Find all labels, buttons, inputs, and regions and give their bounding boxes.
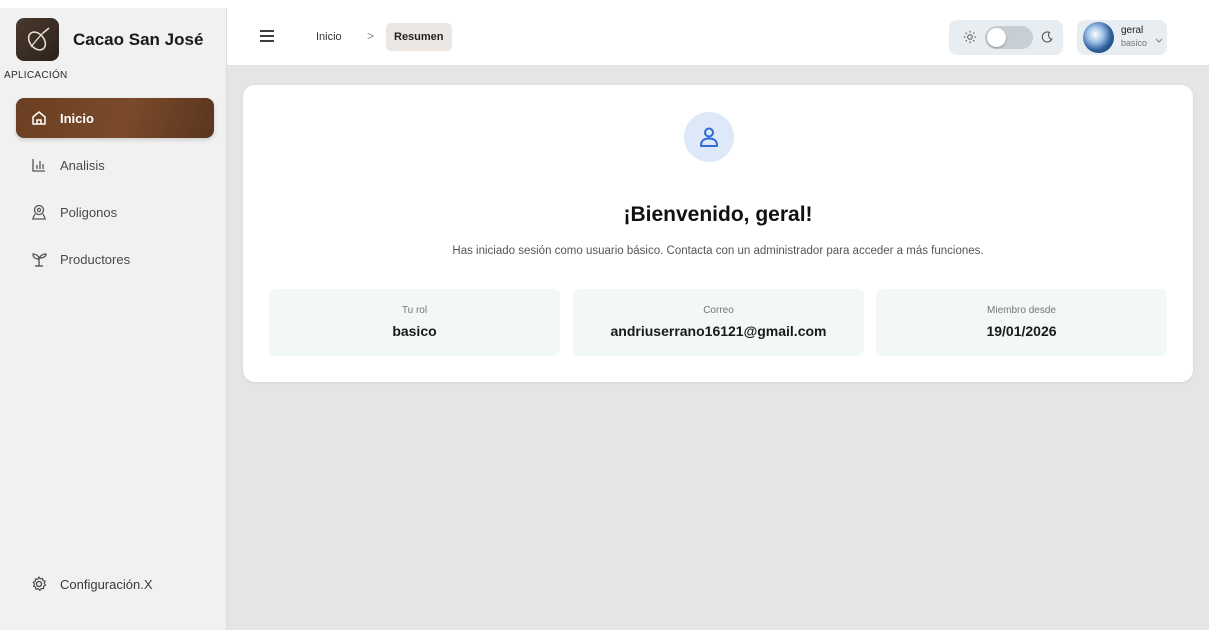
sidebar-item-poligonos[interactable]: Poligonos <box>16 192 214 232</box>
welcome-card: ¡Bienvenido, geral! Has iniciado sesión … <box>243 85 1193 382</box>
settings-item[interactable]: Configuración.X <box>16 564 214 604</box>
sun-icon <box>963 30 977 44</box>
info-card-correo: Correo andriuserrano16121@gmail.com <box>573 289 864 356</box>
bar-chart-icon <box>30 156 48 174</box>
brand-name: Cacao San José <box>73 29 204 49</box>
hamburger-menu-icon[interactable] <box>259 28 275 44</box>
home-icon <box>30 109 48 127</box>
theme-toggle[interactable] <box>985 26 1033 49</box>
theme-switcher <box>949 20 1063 55</box>
sidebar-item-label: Analisis <box>60 157 105 173</box>
brand[interactable]: Cacao San José <box>16 18 203 61</box>
settings-label: Configuración.X <box>60 576 153 592</box>
breadcrumb-current: Resumen <box>386 23 452 51</box>
info-value: basico <box>392 323 437 339</box>
sidebar-item-label: Productores <box>60 251 131 267</box>
sidebar-item-label: Inicio <box>60 110 94 126</box>
info-value: andriuserrano16121@gmail.com <box>610 323 827 339</box>
info-label: Correo <box>703 305 734 316</box>
user-icon <box>684 112 734 162</box>
info-label: Tu rol <box>401 305 428 316</box>
gear-icon <box>30 575 48 593</box>
toggle-knob <box>987 28 1006 47</box>
map-pin-icon <box>30 203 48 221</box>
sidebar-nav: Inicio Analisis Poligonos Productores <box>16 98 214 286</box>
welcome-title: ¡Bienvenido, geral! <box>623 203 813 226</box>
sidebar-item-analisis[interactable]: Analisis <box>16 145 214 185</box>
chevron-down-icon <box>1154 32 1164 43</box>
sprout-icon <box>30 250 48 268</box>
top-header: Inicio > Resumen geral basico <box>227 8 1209 66</box>
user-role: basico <box>1121 38 1148 48</box>
breadcrumb-separator: > <box>367 29 375 43</box>
info-label: Miembro desde <box>987 305 1056 316</box>
welcome-subtitle: Has iniciado sesión como usuario básico.… <box>452 245 984 257</box>
user-name: geral <box>1121 25 1144 36</box>
info-value: 19/01/2026 <box>986 323 1057 339</box>
cacao-logo-icon <box>16 18 59 61</box>
moon-icon <box>1040 30 1054 44</box>
sidebar-item-inicio[interactable]: Inicio <box>16 98 214 138</box>
breadcrumb-home[interactable]: Inicio <box>316 31 342 43</box>
info-card-miembro: Miembro desde 19/01/2026 <box>876 289 1167 356</box>
info-card-rol: Tu rol basico <box>269 289 560 356</box>
sidebar: Cacao San José APLICACIÓN Inicio Analisi… <box>0 8 227 630</box>
sidebar-item-productores[interactable]: Productores <box>16 239 214 279</box>
top-strip <box>0 0 1209 8</box>
section-label: APLICACIÓN <box>4 70 68 81</box>
user-menu[interactable]: geral basico <box>1077 20 1167 55</box>
sidebar-item-label: Poligonos <box>60 204 118 220</box>
avatar <box>1083 22 1114 53</box>
